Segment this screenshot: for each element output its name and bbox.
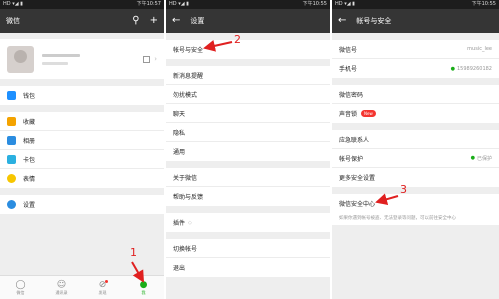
- arrow-2: [203, 39, 233, 52]
- step-1-label: 1: [130, 246, 137, 259]
- step-3-label: 3: [400, 183, 407, 196]
- annotation-arrows: [131, 39, 399, 283]
- arrow-1: [131, 261, 145, 283]
- arrow-3: [375, 193, 399, 206]
- step-2-label: 2: [234, 33, 241, 46]
